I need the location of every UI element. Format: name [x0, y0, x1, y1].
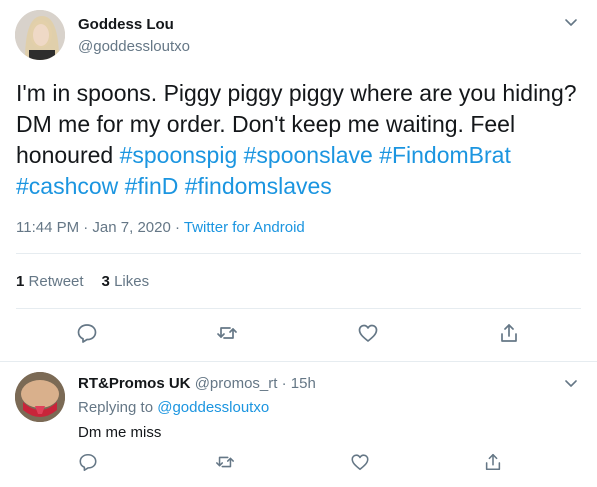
tweet-actions: [0, 322, 597, 346]
hashtag[interactable]: #finD: [125, 173, 179, 199]
tweet-timestamp[interactable]: 11:44 PM · Jan 7, 2020 ·: [16, 219, 184, 236]
replying-to-handle[interactable]: @goddessloutxo: [157, 399, 269, 416]
retweet-icon[interactable]: [215, 452, 235, 472]
hashtag[interactable]: #cashcow: [16, 173, 118, 199]
share-icon[interactable]: [483, 452, 503, 472]
reply-text: Dm me miss: [78, 424, 162, 441]
likes-label: Likes: [114, 273, 150, 290]
reply-author-name[interactable]: RT&Promos UK: [78, 375, 191, 392]
retweets-count: 1: [16, 273, 25, 290]
divider: [16, 308, 581, 309]
reply-actions: [0, 452, 597, 476]
author-name[interactable]: Goddess Lou: [78, 16, 174, 33]
divider: [16, 253, 581, 254]
reply-icon[interactable]: [76, 322, 98, 344]
likes-stat[interactable]: 3 Likes: [102, 273, 150, 290]
replying-label: Replying to: [78, 399, 158, 416]
main-tweet: Goddess Lou @goddessloutxo I'm in spoons…: [0, 0, 597, 362]
author-handle[interactable]: @goddessloutxo: [78, 38, 190, 55]
hashtag[interactable]: #findomslaves: [185, 173, 332, 199]
reply-tweet[interactable]: RT&Promos UK @promos_rt · 15h Replying t…: [0, 362, 597, 487]
reply-handle-time[interactable]: @promos_rt · 15h: [195, 375, 316, 392]
replying-to: Replying to @goddessloutxo: [78, 399, 269, 416]
chevron-down-icon[interactable]: [563, 375, 579, 391]
hashtag[interactable]: #spoonspig: [120, 142, 238, 168]
reply-avatar[interactable]: [15, 372, 65, 422]
hashtag[interactable]: #spoonslave: [244, 142, 373, 168]
author-avatar[interactable]: [15, 10, 65, 60]
likes-count: 3: [101, 273, 110, 290]
reply-header: RT&Promos UK @promos_rt · 15h: [78, 375, 316, 392]
retweets-stat[interactable]: 1 Retweet: [16, 273, 84, 290]
share-icon[interactable]: [498, 322, 520, 344]
chevron-down-icon[interactable]: [563, 14, 579, 30]
tweet-text: I'm in spoons. Piggy piggy piggy where a…: [16, 78, 581, 202]
like-icon[interactable]: [357, 322, 379, 344]
tweet-meta: 11:44 PM · Jan 7, 2020 · Twitter for And…: [16, 219, 305, 236]
retweet-icon[interactable]: [216, 322, 238, 344]
like-icon[interactable]: [350, 452, 370, 472]
tweet-source[interactable]: Twitter for Android: [184, 219, 305, 236]
reply-icon[interactable]: [78, 452, 98, 472]
hashtag[interactable]: #FindomBrat: [379, 142, 511, 168]
retweets-label: Retweet: [28, 273, 84, 290]
tweet-stats: 1 Retweet 3 Likes: [16, 273, 149, 290]
